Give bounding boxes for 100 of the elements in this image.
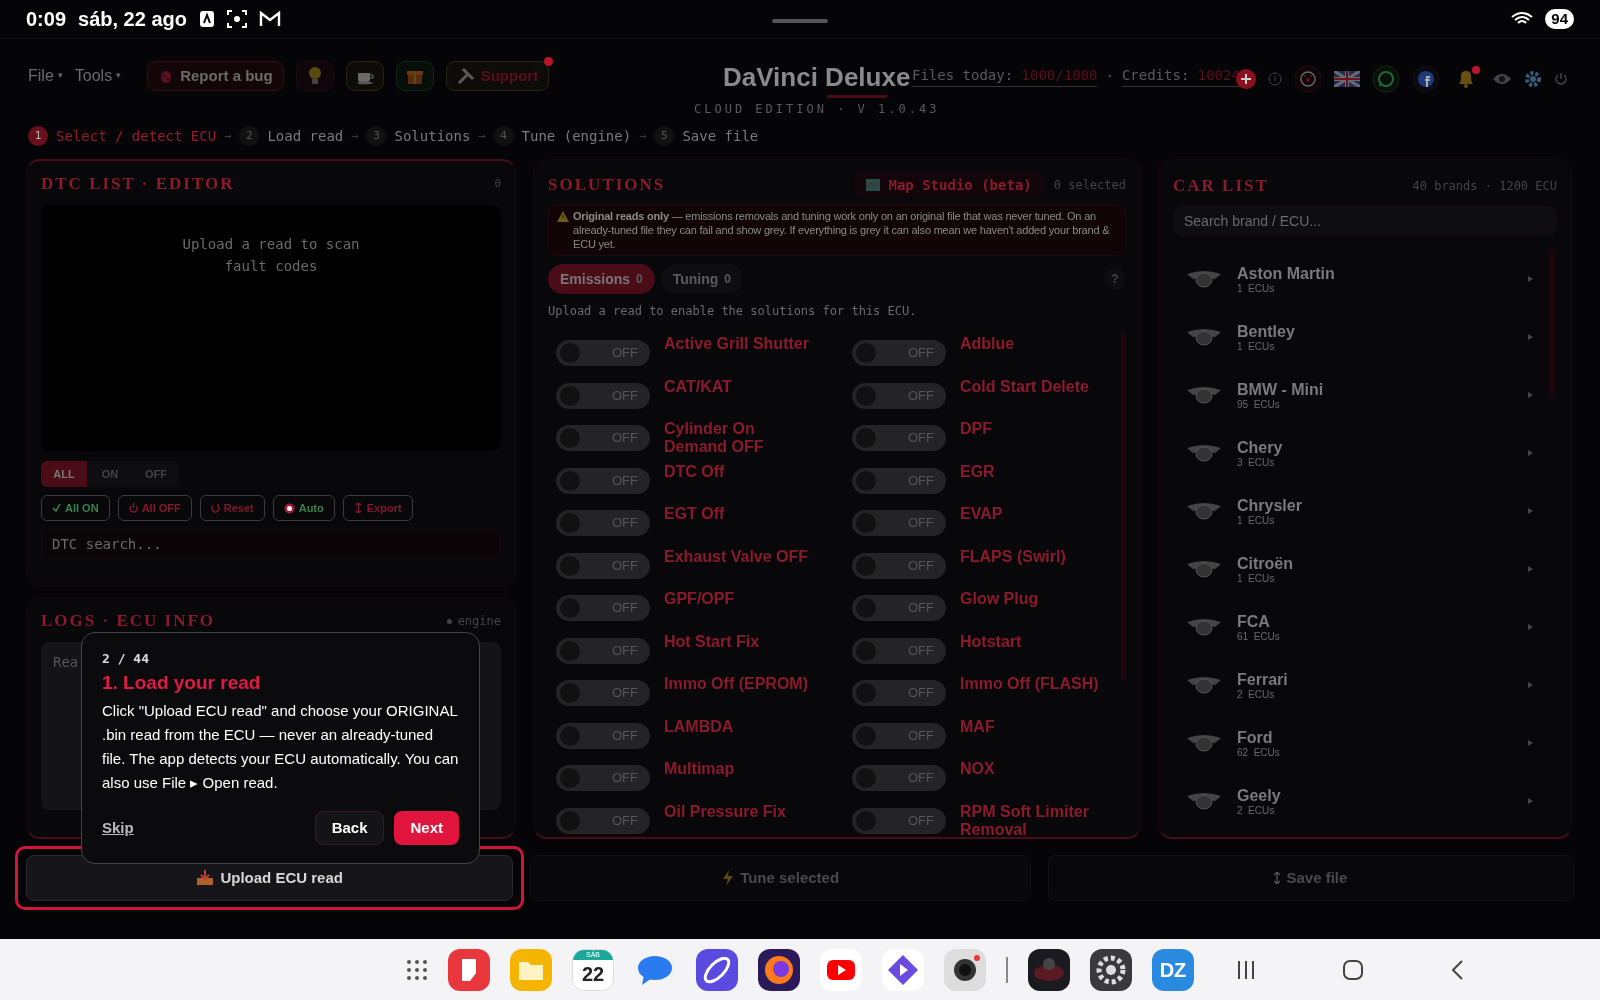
back-button[interactable]: Back xyxy=(314,811,385,845)
chevron-icon xyxy=(1528,334,1533,340)
category-tab[interactable]: Tuning 0 xyxy=(660,264,743,294)
flag-icon[interactable] xyxy=(1334,71,1360,87)
brand-row[interactable]: Geely 2 ECUs xyxy=(1173,772,1557,830)
solution-label: EGR xyxy=(960,462,996,481)
dtc-search-field[interactable]: DTC search... xyxy=(41,529,501,559)
solution-label: Oil Pressure Fix xyxy=(664,802,787,821)
power-icon[interactable] xyxy=(1554,72,1568,86)
brand-row[interactable]: BMW - Mini 95 ECUs xyxy=(1173,366,1557,424)
toolbar-icon-button[interactable] xyxy=(395,61,434,91)
step-item[interactable]: 5 Save file xyxy=(654,125,759,147)
solution-label: FLAPS (Swirl) xyxy=(960,547,1067,566)
filter-tab[interactable]: ALL xyxy=(41,461,87,487)
chevron-icon xyxy=(1528,392,1533,398)
solution-label: EGT Off xyxy=(664,505,726,523)
app-drawer-icon[interactable] xyxy=(406,958,428,981)
diamond-play-app-icon[interactable] xyxy=(882,948,924,991)
brand-search-field[interactable]: Search brand / ECU... xyxy=(1173,206,1557,236)
solution-label: Active Grill Shutter xyxy=(664,335,810,353)
step-number: 4 xyxy=(493,126,514,146)
solution-label: CAT/KAT xyxy=(664,377,733,396)
engine-status: engine xyxy=(457,613,501,630)
brand-row[interactable]: Aston Martin 1 ECUs xyxy=(1173,250,1557,308)
dz-app-icon[interactable]: DZ xyxy=(1152,948,1194,991)
tools-icon xyxy=(456,67,475,85)
date: sáb, 22 ago xyxy=(78,7,187,32)
solution-label: Cold Start Delete xyxy=(960,377,1090,396)
action-button[interactable]: All ON xyxy=(41,495,110,521)
menu-item[interactable]: Tools ▾ xyxy=(74,61,122,91)
warning-text: Original reads only — emissions removals and tuning work only on an original file that was never tuned. On an already-tuned file they can fail and show grey. If everything is grey it can also mean we haven't added your brand & ECU yet. xyxy=(573,209,1111,251)
solution-label: Multimap xyxy=(664,760,736,778)
toolbar-icon-button[interactable] xyxy=(345,61,384,91)
ecu-count: 2 ECUs xyxy=(1237,688,1276,701)
planet-app-icon[interactable] xyxy=(696,948,738,991)
panel-title: LOGS · ECU INFO xyxy=(41,610,216,633)
solution-label: MAF xyxy=(960,717,996,736)
skip-link[interactable]: Skip xyxy=(102,816,134,840)
help-button[interactable]: ? xyxy=(1104,268,1126,290)
next-button[interactable]: Next xyxy=(394,811,459,845)
play-video-app-icon[interactable] xyxy=(820,948,862,991)
action-button[interactable]: Auto xyxy=(272,495,335,521)
ecu-count: 95 ECUs xyxy=(1237,398,1281,411)
ecu-count: 1 ECUs xyxy=(1237,572,1276,585)
map-studio-button[interactable]: Map Studio (beta) xyxy=(854,172,1044,198)
action-button[interactable]: Tune selected xyxy=(530,855,1031,901)
action-button[interactable]: All OFF xyxy=(117,495,192,521)
tour-text: Click "Upload ECU read" and choose your ORIGINAL .bin read from the ECU — never an already-tuned file. The app detects your ECU automatically. You can also use File ▸ Open read. xyxy=(102,701,459,793)
brand-row[interactable]: FCA 61 ECUs xyxy=(1173,598,1557,656)
brand-row[interactable]: Ford 62 ECUs xyxy=(1173,714,1557,772)
step-number: 1 xyxy=(28,126,48,146)
chat-bubble-icon[interactable] xyxy=(1372,65,1400,93)
brand-name: Ferrari xyxy=(1237,669,1289,689)
category-tab[interactable]: Emissions 0 xyxy=(548,264,655,294)
step-item[interactable]: 2 Load read xyxy=(239,125,344,147)
step-item[interactable]: 1 Select / detect ECU xyxy=(28,125,217,147)
ecu-count: 2 ECUs xyxy=(1237,804,1276,817)
solution-label: NOX xyxy=(960,760,996,778)
brand-row[interactable]: Chrysler 1 ECUs xyxy=(1173,482,1557,540)
settings-app-icon[interactable] xyxy=(1090,948,1132,991)
solution-label: DPF xyxy=(960,420,993,438)
tour-title: 1. Load your read xyxy=(102,671,262,695)
panel-title: CAR LIST xyxy=(1173,175,1269,198)
facebook-icon[interactable] xyxy=(1412,65,1440,93)
panel-title: SOLUTIONS xyxy=(548,174,666,197)
hint-text: Upload a read to enable the solutions for this ECU. xyxy=(548,303,918,320)
menu-item[interactable]: File ▾ xyxy=(28,61,63,91)
solution-label: Exhaust Valve OFF xyxy=(664,547,810,566)
brand-row[interactable]: Bentley 1 ECUs xyxy=(1173,308,1557,366)
action-button[interactable]: Export xyxy=(342,495,413,521)
home-icon[interactable] xyxy=(1342,959,1364,981)
eye-icon[interactable] xyxy=(1492,72,1512,86)
brand-row[interactable]: Citroën 1 ECUs xyxy=(1173,540,1557,598)
camera-app-icon[interactable] xyxy=(944,948,986,991)
up-down-arrow-icon xyxy=(1274,872,1281,884)
back-icon[interactable] xyxy=(1450,959,1464,981)
brand-name: BMW - Mini xyxy=(1237,379,1325,399)
settings-icon[interactable] xyxy=(1524,70,1542,88)
app-title: DaVinci Deluxe xyxy=(723,61,911,94)
step-number: 2 xyxy=(239,126,260,146)
solution-label: RPM Soft Limiter Removal xyxy=(960,802,1090,837)
action-button[interactable]: Reset xyxy=(199,495,265,521)
step-item[interactable]: 3 Solutions xyxy=(366,125,471,147)
arrow-icon: → xyxy=(639,127,647,145)
solution-label: Hotstart xyxy=(960,632,1023,651)
app-subtitle: CLOUD EDITION · V 1.0.43 xyxy=(694,101,940,118)
solution-label: Glow Plug xyxy=(960,590,1040,608)
brand-row[interactable]: Chery 3 ECUs xyxy=(1173,424,1557,482)
toolbar-icon-button[interactable] xyxy=(295,61,334,91)
notes-app-icon[interactable] xyxy=(448,948,490,991)
solution-label: LAMBDA xyxy=(664,717,735,736)
drag-handle[interactable] xyxy=(772,19,828,23)
action-button[interactable]: Save file xyxy=(1047,855,1574,901)
step-item[interactable]: 4 Tune (engine) xyxy=(493,125,632,147)
toolbar-button[interactable]: Report a bug xyxy=(147,61,284,91)
brand-name: FCA xyxy=(1237,611,1271,631)
caret-icon: ▾ xyxy=(57,69,63,83)
add-credits-icon[interactable] xyxy=(1236,69,1256,89)
brand-row[interactable]: Ferrari 2 ECUs xyxy=(1173,656,1557,714)
recent-apps-icon[interactable] xyxy=(1236,960,1256,980)
